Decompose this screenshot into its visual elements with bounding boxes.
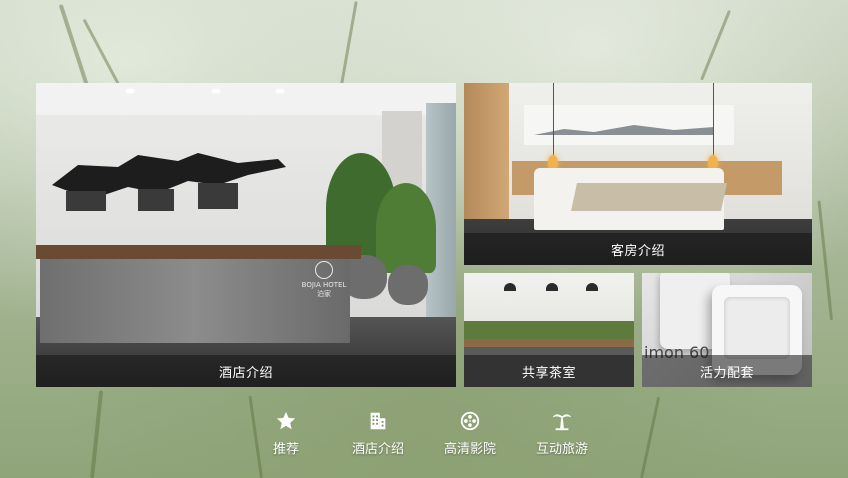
ceiling-light — [212, 89, 220, 93]
nav-label: 高清影院 — [443, 442, 496, 457]
lamp-cord — [553, 83, 554, 155]
nav-label: 互动旅游 — [535, 442, 588, 457]
tile-caption: 共享茶室 — [464, 355, 634, 387]
tile-tea-room[interactable]: 共享茶室 — [464, 273, 634, 387]
nav-label: 推荐 — [272, 442, 299, 457]
mountain-painting — [534, 125, 714, 135]
building-icon — [367, 410, 389, 432]
nav-item-interactive-travel[interactable]: 互动旅游 — [526, 410, 598, 457]
switch-button — [724, 297, 790, 359]
film-reel-icon — [459, 410, 481, 432]
star-icon — [275, 410, 297, 432]
bottom-nav: 推荐 酒店介绍 高清影院 互动旅游 — [250, 410, 610, 466]
pendant-lamp — [546, 283, 558, 291]
lamp-cord — [713, 83, 714, 155]
hotel-logo: BOJIA HOTEL 泊家 — [299, 261, 349, 299]
tile-hotel-intro[interactable]: BOJIA HOTEL 泊家 酒店介绍 — [36, 83, 456, 387]
tile-room-intro[interactable]: 客房介绍 — [464, 83, 812, 265]
ceiling-light — [276, 89, 284, 93]
reception-counter-top — [36, 245, 361, 259]
tile-facilities[interactable]: imon 60 活力配套 — [642, 273, 812, 387]
ceiling-light — [126, 89, 134, 93]
tile-caption: 活力配套 — [642, 355, 812, 387]
pendant-lamp — [586, 283, 598, 291]
nav-label: 酒店介绍 — [351, 442, 404, 457]
nav-item-hotel-intro[interactable]: 酒店介绍 — [342, 410, 414, 457]
bed-throw — [571, 183, 727, 211]
tile-caption: 客房介绍 — [464, 233, 812, 265]
wall-painting — [524, 105, 734, 145]
plant-pot — [388, 265, 428, 305]
palm-tree-icon — [551, 410, 573, 432]
ink-painting-roofs — [52, 153, 286, 211]
plant — [376, 183, 436, 273]
nav-item-hd-cinema[interactable]: 高清影院 — [434, 410, 506, 457]
nav-item-recommend[interactable]: 推荐 — [250, 410, 322, 457]
tile-caption: 酒店介绍 — [36, 355, 456, 387]
pendant-lamp — [504, 283, 516, 291]
tea-table-plants — [464, 321, 634, 339]
